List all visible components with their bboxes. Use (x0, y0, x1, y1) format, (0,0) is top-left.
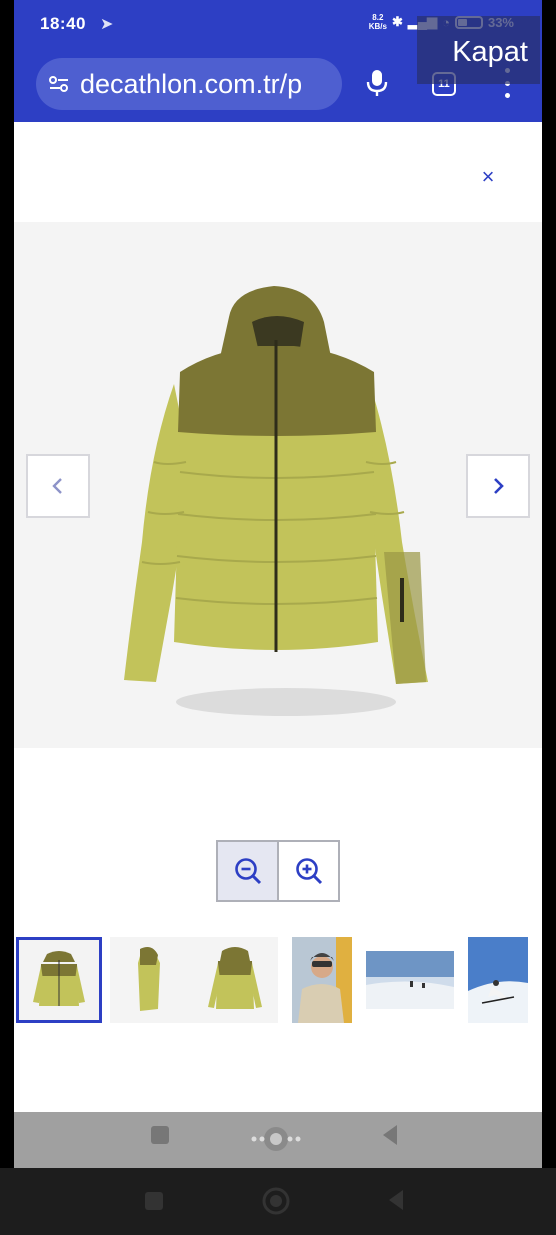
thumbnail-image (468, 937, 528, 1023)
thumbnail-ski-slope-wide[interactable] (366, 937, 454, 1023)
network-speed: 8.2 KB/s (368, 13, 387, 31)
home-icon[interactable] (261, 1186, 291, 1216)
system-navigation-bar (0, 1168, 556, 1235)
site-settings-icon (49, 76, 68, 92)
url-text: decathlon.com.tr/p (80, 68, 303, 99)
thumbnail-skier-portrait[interactable] (292, 937, 352, 1023)
zoom-out-icon (234, 858, 261, 885)
thumbnail-image (366, 937, 454, 1023)
navigation-bar (14, 1112, 542, 1168)
thumbnail-jacket-side[interactable] (110, 937, 192, 1023)
thumbnail-image (19, 940, 99, 1020)
chevron-right-icon (494, 478, 504, 494)
product-image (124, 286, 428, 716)
thumbnail-image (110, 937, 192, 1023)
recents-icon[interactable] (149, 1124, 171, 1146)
mic-icon[interactable] (364, 68, 390, 98)
next-image-button[interactable] (466, 454, 530, 518)
home-icon[interactable] (246, 1124, 306, 1154)
bluetooth-icon: ✱ (391, 14, 403, 29)
thumbnail-jacket-back[interactable] (192, 937, 278, 1023)
status-time: 18:40 (40, 14, 86, 33)
thumbnail-image (292, 937, 352, 1023)
left-bezel (0, 0, 14, 1168)
recents-icon[interactable] (143, 1190, 165, 1212)
chevron-left-icon (52, 478, 62, 494)
zoom-in-button[interactable] (277, 842, 338, 900)
close-icon[interactable]: × (476, 166, 500, 190)
product-image-viewer[interactable] (14, 222, 542, 748)
zoom-out-button[interactable] (218, 842, 277, 900)
navigation-arrow-icon: ➤ (100, 16, 114, 33)
zoom-controls (216, 840, 340, 902)
back-icon[interactable] (385, 1188, 407, 1212)
back-icon[interactable] (379, 1123, 401, 1147)
modal-page: × (14, 0, 542, 1168)
previous-image-button[interactable] (26, 454, 90, 518)
address-bar[interactable]: decathlon.com.tr/p (36, 58, 342, 110)
zoom-in-icon (295, 858, 322, 885)
thumbnail-jacket-front[interactable] (16, 937, 102, 1023)
thumbnail-image (192, 937, 278, 1023)
thumbnail-skier-action[interactable] (468, 937, 528, 1023)
kapat-overlay-button[interactable]: Kapat (417, 16, 540, 84)
right-bezel (542, 0, 556, 1168)
